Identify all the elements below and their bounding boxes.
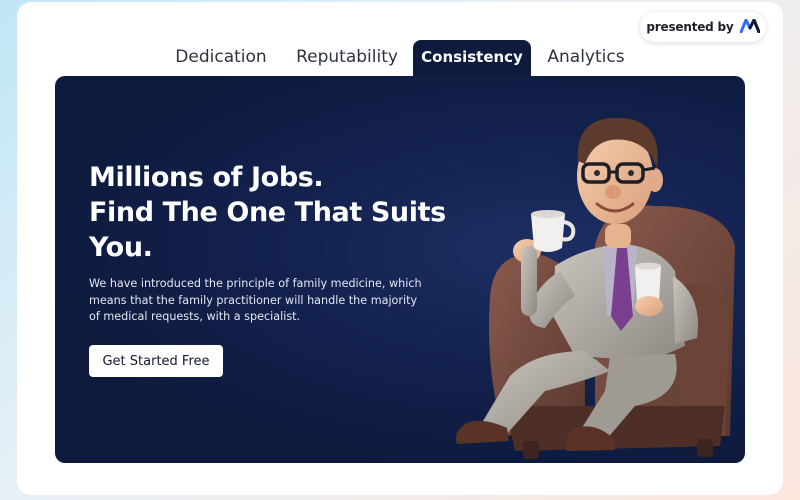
tab-consistency[interactable]: Consistency [413,40,531,76]
hero-description: We have introduced the principle of fami… [89,277,422,323]
get-started-button[interactable]: Get Started Free [89,345,223,377]
tab-analytics[interactable]: Analytics [538,40,634,76]
presented-by-badge[interactable]: presented by [640,12,766,42]
tab-reputability[interactable]: Reputability [289,40,405,76]
hero-banner: Millions of Jobs. Find The One That Suit… [55,76,745,463]
man-in-armchair-illustration [456,117,735,459]
headline-line: Find The One That Suits [89,197,446,228]
brand-logo-icon [739,18,761,37]
tab-dedication[interactable]: Dedication [167,40,275,76]
hero-headline: Millions of Jobs. Find The One That Suit… [89,160,446,265]
presented-by-label: presented by [646,20,734,34]
tab-bar: Dedication Reputability Consistency Anal… [0,40,800,76]
headline-line: You. [89,232,153,263]
headline-line: Millions of Jobs. [89,162,324,193]
